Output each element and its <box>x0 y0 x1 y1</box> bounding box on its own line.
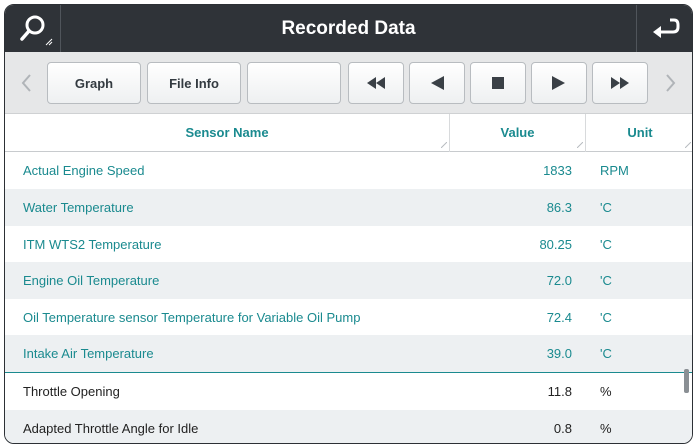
step-back-icon <box>431 76 444 90</box>
fast-forward-button[interactable] <box>592 62 648 104</box>
graph-button[interactable]: Graph <box>47 62 141 104</box>
file-info-button-label: File Info <box>169 75 219 91</box>
scrollbar-thumb[interactable] <box>684 369 689 393</box>
sensor-name: Water Temperature <box>23 200 134 215</box>
sensor-unit: RPM <box>600 163 629 178</box>
back-button[interactable] <box>636 5 692 52</box>
sensor-unit: 'C <box>600 310 612 325</box>
sensor-name: ITM WTS2 Temperature <box>23 237 162 252</box>
sensor-name: Intake Air Temperature <box>23 346 154 361</box>
sensor-value: 86.3 <box>546 200 572 215</box>
table-row[interactable]: Adapted Throttle Angle for Idle 0.8 % <box>5 410 692 443</box>
table-row[interactable]: Water Temperature 86.3 'C <box>5 189 692 226</box>
blank-button[interactable] <box>247 62 341 104</box>
sensor-unit: % <box>600 384 612 399</box>
sensor-value: 0.8 <box>553 421 572 436</box>
app-window: Recorded Data Graph File Info Sensor Nam… <box>4 4 693 444</box>
play-icon <box>552 76 565 90</box>
sensor-unit: 'C <box>600 200 612 215</box>
sensor-unit: 'C <box>600 237 612 252</box>
return-arrow-icon <box>653 18 680 38</box>
table-row[interactable]: Intake Air Temperature 39.0 'C <box>5 335 692 372</box>
sensor-name: Adapted Throttle Angle for Idle <box>23 421 199 436</box>
table-row[interactable]: Throttle Opening 11.8 % <box>5 373 692 410</box>
table-row[interactable]: Oil Temperature sensor Temperature for V… <box>5 299 692 336</box>
column-header-value[interactable]: Value <box>450 114 585 152</box>
column-resize-grip-icon[interactable] <box>441 142 447 148</box>
scroll-right-icon[interactable] <box>660 70 680 96</box>
table-row[interactable]: ITM WTS2 Temperature 80.25 'C <box>5 226 692 263</box>
file-info-button[interactable]: File Info <box>147 62 241 104</box>
sensor-value: 72.4 <box>546 310 572 325</box>
graph-button-label: Graph <box>74 75 114 91</box>
sensor-unit: 'C <box>600 273 612 288</box>
step-back-button[interactable] <box>409 62 465 104</box>
column-header-sensor-name[interactable]: Sensor Name <box>5 114 449 152</box>
play-button[interactable] <box>531 62 587 104</box>
column-resize-grip-icon[interactable] <box>685 142 691 148</box>
rewind-button[interactable] <box>348 62 404 104</box>
scroll-left-icon[interactable] <box>17 70 37 96</box>
sensor-value: 39.0 <box>546 346 572 361</box>
rewind-icon <box>367 77 385 89</box>
page-title: Recorded Data <box>281 18 416 39</box>
sensor-name: Actual Engine Speed <box>23 163 145 178</box>
table-row[interactable]: Actual Engine Speed 1833 RPM <box>5 152 692 189</box>
fast-forward-icon <box>611 77 629 89</box>
sensor-value: 1833 <box>543 163 572 178</box>
sensor-unit: % <box>600 421 612 436</box>
column-resize-grip-icon[interactable] <box>577 142 583 148</box>
sensor-name: Engine Oil Temperature <box>23 273 160 288</box>
table-header: Sensor Name Value Unit <box>5 114 692 152</box>
sensor-value: 72.0 <box>546 273 572 288</box>
stop-button[interactable] <box>470 62 526 104</box>
sensor-name: Throttle Opening <box>23 384 120 399</box>
sensor-value: 80.25 <box>539 237 572 252</box>
column-header-unit[interactable]: Unit <box>586 114 692 152</box>
playback-toolbar: Graph File Info <box>5 52 692 114</box>
sensor-unit: 'C <box>600 346 612 361</box>
selection-divider <box>5 372 692 373</box>
sensor-value: 11.8 <box>547 384 572 399</box>
header-bar: Recorded Data <box>5 5 692 52</box>
sensor-name: Oil Temperature sensor Temperature for V… <box>23 310 361 325</box>
stop-icon <box>492 77 504 89</box>
table-row[interactable]: Engine Oil Temperature 72.0 'C <box>5 262 692 299</box>
